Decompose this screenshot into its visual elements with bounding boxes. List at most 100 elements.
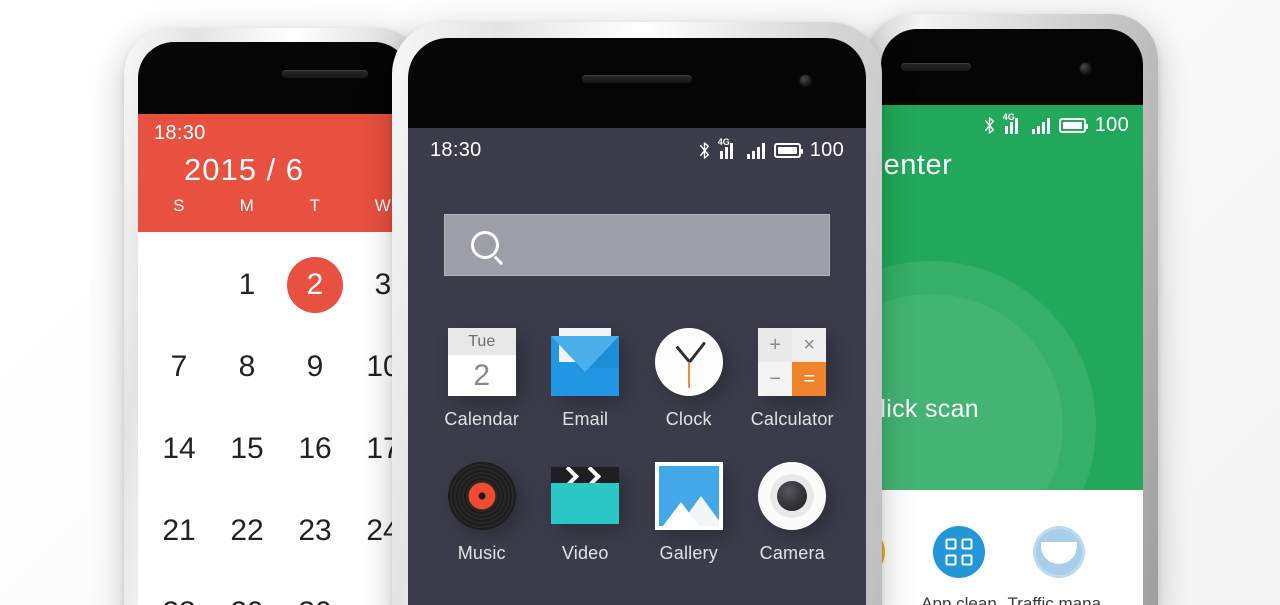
calendar-month-title: 2015 / 6: [184, 152, 305, 187]
app-icon-video[interactable]: Video: [534, 462, 638, 564]
tool-item[interactable]: le: [881, 526, 909, 605]
calculator-icon: + × − =: [758, 328, 827, 396]
signal-4g-icon: 4G: [718, 137, 738, 159]
phone-glass: 18:30 4G 100 Tue 2 Calendar Email Clock …: [408, 38, 866, 605]
app-label: Camera: [759, 543, 825, 563]
right-phone: 4G 100 rity Center -click scan: [866, 14, 1158, 605]
app-label: Video: [561, 543, 609, 563]
day-number: 16: [298, 432, 332, 465]
grid-glyph: [945, 538, 973, 566]
calendar-day-cell[interactable]: [138, 244, 206, 326]
app-label: Music: [457, 543, 506, 563]
day-number: 21: [162, 514, 196, 547]
battery-icon: [1058, 117, 1088, 133]
center-phone: 18:30 4G 100 Tue 2 Calendar Email Clock …: [392, 22, 882, 605]
bluetooth-icon: [984, 116, 994, 134]
music-icon: [447, 462, 516, 530]
app-icon-calendar[interactable]: Tue 2 Calendar: [430, 328, 534, 430]
calendar-day-cell[interactable]: 28: [138, 572, 206, 605]
signal-icon: [1031, 117, 1050, 134]
calendar-day-cell[interactable]: 21: [138, 490, 206, 572]
network-type-label: 4G: [1002, 111, 1015, 122]
day-number: 29: [230, 596, 263, 605]
app-icon-music[interactable]: Music: [430, 462, 534, 564]
network-type-label: 4G: [717, 136, 730, 147]
status-bar: 4G 100: [881, 105, 1143, 145]
day-number: 3: [374, 268, 392, 301]
calendar-icon-day: 2: [473, 358, 491, 392]
calendar-icon: Tue 2: [447, 328, 516, 396]
status-bar: 18:30 4G 100: [408, 128, 866, 172]
app-icon-clock[interactable]: Clock: [637, 328, 741, 430]
calendar-screen: 18:30 2015 / 6 S M T W 1 2 3 7 8 9 10 14…: [138, 114, 410, 605]
calendar-day-cell[interactable]: 14: [138, 408, 206, 490]
tool-item-traffic-manager[interactable]: Traffic mana..: [1007, 526, 1111, 605]
weekday-label: S: [173, 196, 185, 215]
screenshot-stage: 18:30 2015 / 6 S M T W 1 2 3 7 8 9 10 14…: [0, 0, 1280, 605]
bluetooth-icon: [699, 141, 709, 159]
calendar-day-cell[interactable]: 9: [274, 326, 342, 408]
app-label: Calendar: [444, 409, 520, 429]
day-number: 23: [298, 514, 332, 547]
calendar-icon-weekday: Tue: [447, 328, 516, 355]
tool-item-app-clean[interactable]: App clean: [909, 526, 1009, 605]
weekday-label: M: [239, 196, 255, 215]
app-icon-gallery[interactable]: Gallery: [637, 462, 741, 564]
signal-icon: [746, 142, 765, 159]
day-number: 28: [162, 596, 195, 605]
calendar-day-cell[interactable]: 22: [206, 490, 274, 572]
calc-key-multiply: ×: [792, 328, 827, 362]
calendar-day-cell[interactable]: 16: [274, 408, 342, 490]
status-icons: 4G 100: [983, 111, 1129, 137]
tool-label: Traffic mana..: [1007, 594, 1111, 605]
calendar-day-cell-selected[interactable]: 2: [274, 244, 343, 326]
calendar-day-cell[interactable]: 29: [206, 572, 274, 605]
calendar-grid: 1 2 3 7 8 9 10 14 15 16 17 21 22 23 24 2…: [138, 232, 410, 605]
app-clean-icon: [933, 526, 985, 578]
calc-key-minus: −: [758, 362, 793, 396]
app-label: Email: [562, 409, 609, 429]
security-header: 4G 100 rity Center -click scan: [881, 105, 1143, 490]
app-grid: Tue 2 Calendar Email Clock + × − = Calcu…: [430, 328, 844, 564]
launcher-screen: 18:30 4G 100 Tue 2 Calendar Email Clock …: [408, 128, 866, 605]
search-icon: [471, 231, 499, 259]
search-input[interactable]: [444, 214, 830, 276]
camera-icon: [758, 462, 827, 530]
pie-glyph: [1041, 542, 1077, 565]
left-phone: 18:30 2015 / 6 S M T W 1 2 3 7 8 9 10 14…: [124, 28, 424, 605]
calendar-day-cell[interactable]: 7: [138, 326, 206, 408]
day-number: 30: [298, 596, 331, 605]
app-label: Calculator: [750, 409, 834, 429]
calc-key-equals: =: [792, 362, 827, 396]
calendar-day-cell[interactable]: 15: [206, 408, 274, 490]
earpiece-speaker-icon: [901, 63, 971, 71]
calendar-day-cell[interactable]: 30: [274, 572, 342, 605]
earpiece-speaker-icon: [282, 70, 368, 78]
security-center-screen: 4G 100 rity Center -click scan: [881, 105, 1143, 605]
traffic-manager-icon: [1033, 526, 1085, 578]
earpiece-speaker-icon: [582, 75, 692, 83]
calendar-day-cell[interactable]: 1: [206, 244, 274, 326]
day-number: 9: [306, 350, 324, 383]
calendar-header: 18:30 2015 / 6 S M T W: [138, 114, 410, 232]
app-icon-camera[interactable]: Camera: [741, 462, 845, 564]
calendar-day-cell[interactable]: 23: [274, 490, 342, 572]
one-click-scan-label: -click scan: [881, 395, 979, 423]
app-icon-calculator[interactable]: + × − = Calculator: [741, 328, 845, 430]
weekday-label: T: [309, 196, 321, 215]
day-number: 1: [238, 268, 256, 301]
video-icon: [551, 462, 620, 530]
security-center-title: rity Center: [881, 149, 953, 181]
tool-label: App clean: [921, 594, 997, 605]
day-number: 8: [238, 350, 256, 383]
clock-icon: [654, 328, 723, 396]
security-tools-row: le App clean Traffic mana..: [881, 490, 1143, 605]
front-camera-icon: [1080, 63, 1091, 74]
email-icon: [551, 328, 620, 396]
app-icon-email[interactable]: Email: [534, 328, 638, 430]
status-icons: 4G 100: [698, 137, 844, 162]
home-screen: 18:30 4G 100 Tue 2 Calendar Email Clock …: [408, 128, 866, 605]
day-number: 14: [162, 432, 196, 465]
calendar-day-cell[interactable]: 8: [206, 326, 274, 408]
day-number: 7: [170, 350, 188, 383]
